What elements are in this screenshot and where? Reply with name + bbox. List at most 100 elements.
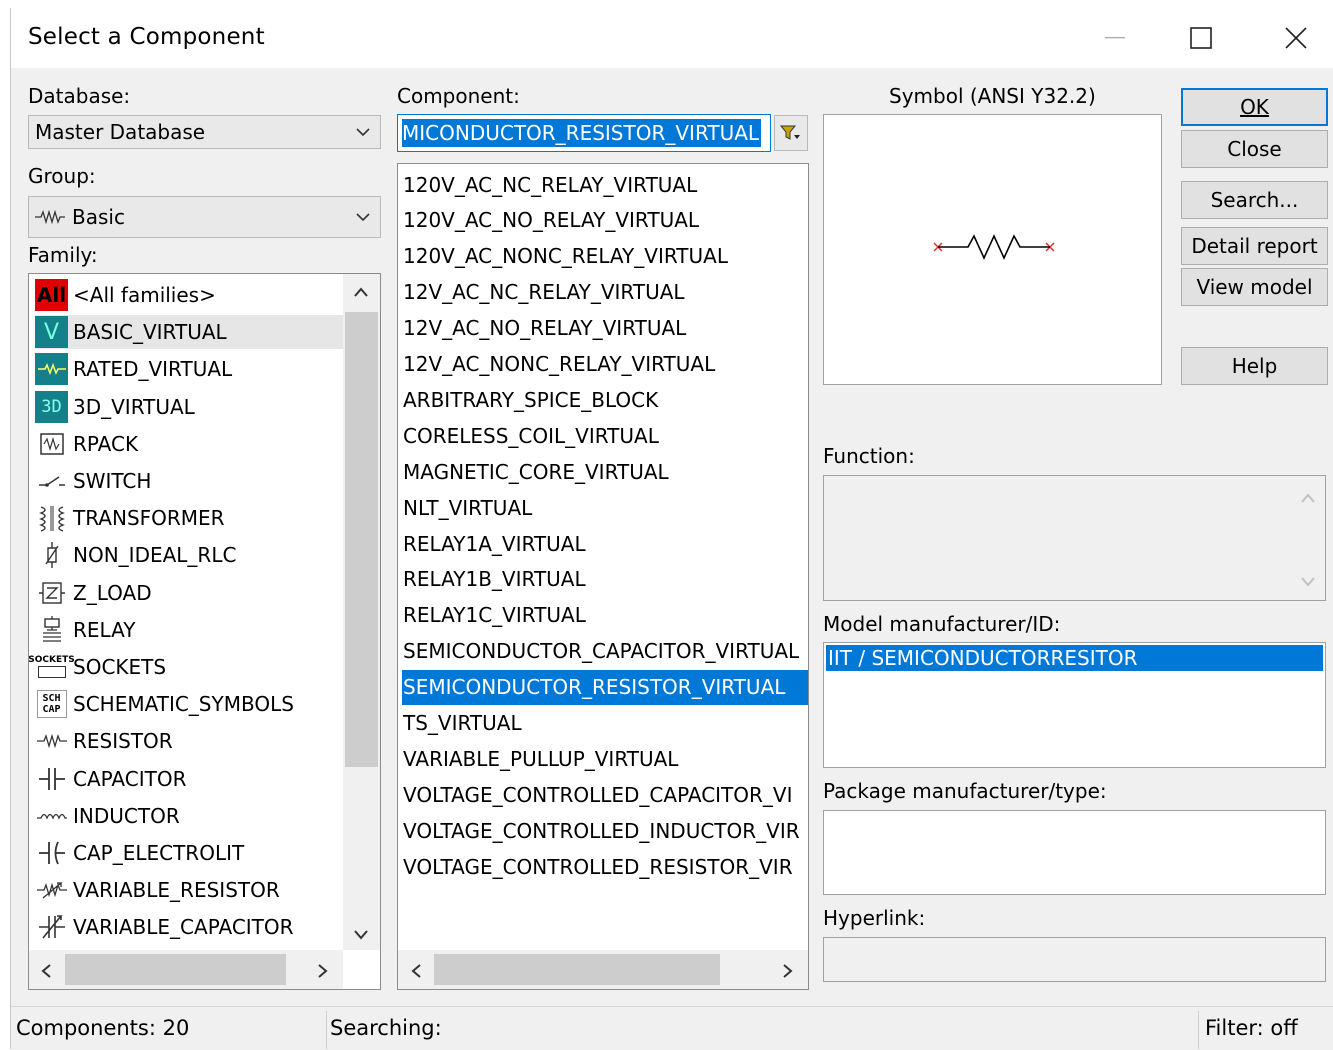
family-item[interactable]: All <All families> (35, 278, 343, 312)
family-item[interactable]: SOCKETS SOCKETS (29, 650, 343, 684)
component-item[interactable]: SEMICONDUCTOR_RESISTOR_VIRTUAL (402, 669, 808, 705)
cap-electrolit-icon (35, 837, 68, 869)
database-select[interactable]: Master Database (28, 115, 381, 149)
component-item[interactable]: CORELESS_COIL_VIRTUAL (402, 418, 808, 453)
symbol-label: Symbol (ANSI Y32.2) (889, 84, 1096, 108)
view-model-button[interactable]: View model (1181, 268, 1328, 306)
group-label: Group: (28, 164, 96, 188)
component-item[interactable]: SEMICONDUCTOR_CAPACITOR_VIRTUAL (402, 634, 808, 669)
capacitor-icon (35, 763, 68, 795)
maximize-button[interactable] (1174, 18, 1228, 58)
hyperlink-field[interactable] (823, 937, 1326, 982)
component-item[interactable]: 12V_AC_NC_RELAY_VIRTUAL (402, 275, 808, 310)
component-item[interactable]: RELAY1B_VIRTUAL (402, 562, 808, 597)
family-item-label: VARIABLE_RESISTOR (73, 878, 280, 903)
component-list[interactable]: 120V_AC_NC_RELAY_VIRTUAL 120V_AC_NO_RELAY… (397, 163, 809, 990)
searching-status: Searching: (330, 1016, 442, 1040)
ok-button[interactable]: OK (1181, 88, 1328, 126)
variable-capacitor-icon (35, 911, 68, 943)
chevron-down-icon (1301, 577, 1315, 587)
family-item-label: RELAY (73, 617, 136, 642)
chevron-right-icon[interactable] (782, 963, 794, 979)
family-item-label: SOCKETS (73, 655, 167, 679)
hyperlink-label: Hyperlink: (823, 906, 926, 930)
components-count: Components: 20 (16, 1016, 190, 1040)
family-item-label: Z_LOAD (73, 580, 152, 605)
filter-icon (780, 125, 800, 140)
close-window-button[interactable] (1269, 18, 1323, 58)
family-item[interactable]: 3D 3D_VIRTUAL (35, 390, 343, 424)
search-button[interactable]: Search... (1181, 181, 1328, 219)
help-button[interactable]: Help (1181, 347, 1328, 385)
chevron-up-icon[interactable] (353, 286, 369, 298)
component-item[interactable]: ARBITRARY_SPICE_BLOCK (402, 382, 808, 417)
minimize-icon (1105, 37, 1125, 39)
component-item[interactable]: TS_VIRTUAL (402, 706, 808, 741)
family-item[interactable]: TRANSFORMER (35, 501, 343, 535)
filter-button[interactable] (774, 115, 808, 151)
family-scroll-thumb[interactable] (345, 312, 378, 767)
family-item[interactable]: NON_IDEAL_RLC (35, 538, 343, 572)
variable-resistor-icon (35, 874, 68, 906)
chevron-down-icon (356, 213, 370, 222)
component-item[interactable]: 120V_AC_NC_RELAY_VIRTUAL (402, 167, 808, 202)
component-horizontal-scrollbar[interactable] (398, 950, 808, 989)
component-item[interactable]: 120V_AC_NO_RELAY_VIRTUAL (402, 203, 808, 238)
database-label: Database: (28, 84, 131, 108)
model-list[interactable]: IIT / SEMICONDUCTORRESITOR (823, 642, 1326, 768)
family-item[interactable]: VARIABLE_CAPACITOR (35, 910, 343, 944)
component-search-input[interactable]: MICONDUCTOR_RESISTOR_VIRTUAL (397, 114, 771, 152)
package-list[interactable] (823, 810, 1326, 895)
family-item[interactable]: RESISTOR (35, 724, 343, 758)
chevron-right-icon[interactable] (317, 963, 329, 979)
family-item-label: RESISTOR (73, 729, 173, 754)
component-item[interactable]: NLT_VIRTUAL (402, 490, 808, 525)
rated-virtual-icon (35, 353, 68, 386)
close-button[interactable]: Close (1181, 130, 1328, 168)
chevron-up-icon (1301, 493, 1315, 503)
detail-report-button[interactable]: Detail report (1181, 227, 1328, 265)
component-hscroll-thumb[interactable] (434, 954, 720, 985)
component-item[interactable]: 12V_AC_NONC_RELAY_VIRTUAL (402, 347, 808, 382)
family-item-label: TRANSFORMER (73, 506, 225, 531)
family-horizontal-scrollbar[interactable] (29, 950, 343, 989)
family-item[interactable]: V BASIC_VIRTUAL (35, 315, 343, 350)
family-item[interactable]: INDUCTOR (35, 799, 343, 833)
component-item[interactable]: RELAY1A_VIRTUAL (402, 526, 808, 561)
component-label: Component: (397, 84, 520, 108)
component-item[interactable]: RELAY1C_VIRTUAL (402, 598, 808, 633)
component-item[interactable]: 12V_AC_NO_RELAY_VIRTUAL (402, 311, 808, 346)
family-list[interactable]: All <All families> V BASIC_VIRTUAL RATED_VIR… (28, 273, 381, 990)
family-item[interactable]: RPACK (35, 427, 343, 461)
chevron-down-icon[interactable] (353, 929, 369, 941)
chevron-left-icon[interactable] (410, 963, 422, 979)
model-item[interactable]: IIT / SEMICONDUCTORRESITOR (826, 645, 1323, 671)
symbol-preview (823, 114, 1162, 385)
family-item[interactable]: RATED_VIRTUAL (35, 352, 343, 386)
component-item[interactable]: VOLTAGE_CONTROLLED_CAPACITOR_VI (402, 777, 808, 812)
family-item[interactable]: RELAY (35, 613, 343, 647)
relay-icon (35, 614, 68, 646)
chevron-left-icon[interactable] (40, 963, 52, 979)
family-item[interactable]: VARIABLE_RESISTOR (35, 873, 343, 907)
component-item[interactable]: VOLTAGE_CONTROLLED_INDUCTOR_VIR (402, 813, 808, 848)
family-item[interactable]: SWITCH (35, 464, 343, 498)
component-item[interactable]: 120V_AC_NONC_RELAY_VIRTUAL (402, 239, 808, 274)
resistor-icon (35, 725, 68, 757)
component-item[interactable]: VOLTAGE_CONTROLLED_RESISTOR_VIR (402, 849, 808, 884)
family-item[interactable]: CAPACITOR (35, 762, 343, 796)
family-item[interactable]: SCH CAP SCHEMATIC_SYMBOLS (35, 687, 343, 721)
maximize-icon (1190, 27, 1212, 49)
minimize-button[interactable] (1088, 18, 1142, 58)
component-item[interactable]: VARIABLE_PULLUP_VIRTUAL (402, 741, 808, 776)
family-item-label: RPACK (73, 431, 139, 456)
family-item-label: VARIABLE_CAPACITOR (73, 915, 294, 940)
family-item[interactable]: Z_LOAD (35, 576, 343, 610)
family-vertical-scrollbar[interactable] (343, 274, 380, 950)
component-item[interactable]: MAGNETIC_CORE_VIRTUAL (402, 454, 808, 489)
3d-icon: 3D (35, 390, 68, 423)
family-hscroll-thumb[interactable] (65, 954, 286, 985)
group-select[interactable]: Basic (28, 196, 381, 238)
family-item[interactable]: CAP_ELECTROLIT (35, 836, 343, 870)
family-item-label: <All families> (73, 283, 216, 307)
